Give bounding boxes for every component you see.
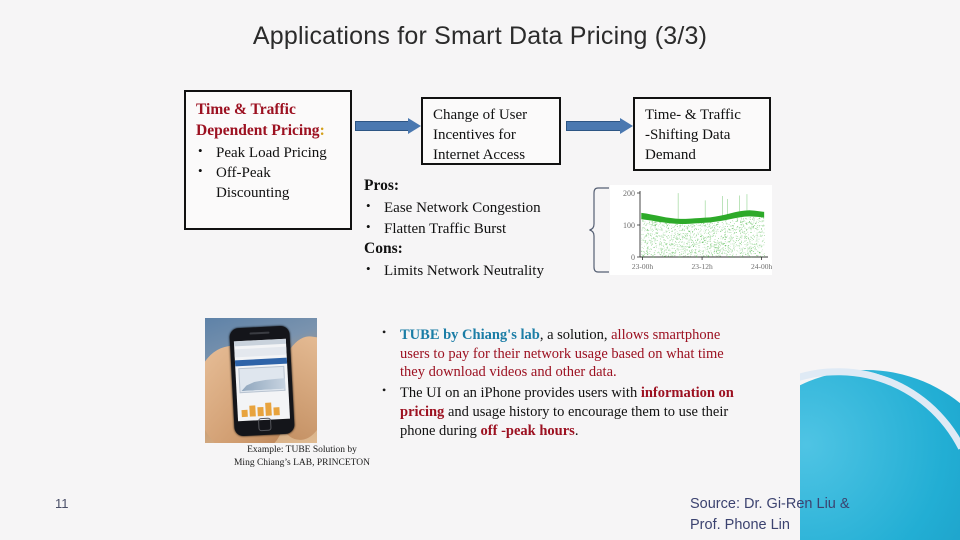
flow-box-right-line: Time- & Traffic: [645, 107, 741, 123]
list-item: Off-Peak Discounting: [196, 162, 344, 203]
arrow-head: [408, 118, 421, 134]
pale-blue-swoosh-shape: [800, 0, 960, 540]
flow-box-left-bullet-list: Peak Load Pricing Off-Peak Discounting: [196, 142, 344, 203]
flow-box-mid-line: Change of User: [433, 107, 528, 123]
svg-text:23-00h: 23-00h: [632, 262, 653, 271]
background-swoosh-mask: [800, 0, 960, 540]
curly-brace-icon: [589, 187, 609, 273]
tube-description-bullets: TUBE by Chiang's lab, a solution, allows…: [376, 325, 736, 442]
cons-label: Cons:: [364, 239, 403, 257]
bullet-1-segment-4: .: [574, 422, 579, 439]
arrow-shaft: [566, 121, 621, 131]
app-price-bar: [241, 409, 248, 418]
cons-list: Limits Network Neutrality: [364, 260, 614, 281]
app-price-bars: [241, 401, 286, 418]
flow-box-mid-line: Incentives for: [433, 126, 516, 143]
white-swoosh-shape: [800, 0, 960, 540]
orange-swoosh-shape: [800, 0, 960, 540]
photo-caption-line: Example: TUBE Solution by: [247, 445, 357, 455]
app-usage-graph: [238, 365, 286, 394]
flow-box-left-heading-text: Time & Traffic Dependent Pricing: [196, 101, 320, 139]
heading-colon: :: [319, 121, 325, 139]
app-tab-bar: [234, 346, 287, 358]
bullet-1-segment-3: off -peak hours: [480, 422, 575, 439]
photo-caption: Example: TUBE Solution by Ming Chiang’s …: [196, 444, 408, 470]
page-number: 11: [55, 496, 69, 511]
flow-box-time-traffic-pricing: Time & Traffic Dependent Pricing: Peak L…: [184, 90, 352, 230]
source-line: Source: Dr. Gi-Ren Liu &: [690, 496, 850, 512]
list-item: TUBE by Chiang's lab, a solution, allows…: [376, 325, 736, 382]
flow-box-change-of-user-incentives: Change of User Incentives for Internet A…: [421, 97, 561, 165]
bullet-0-segment-1: , a solution,: [539, 327, 612, 343]
iphone-tube-app-photo: [205, 318, 317, 443]
flow-box-left-heading: Time & Traffic Dependent Pricing:: [196, 100, 344, 141]
app-status-bar: [233, 338, 287, 347]
svg-text:100: 100: [623, 221, 635, 230]
slide-canvas: Applications for Smart Data Pricing (3/3…: [0, 0, 960, 540]
page-title: Applications for Smart Data Pricing (3/3…: [252, 22, 708, 50]
source-credit: Source: Dr. Gi-Ren Liu & Prof. Phone Lin: [690, 494, 940, 536]
phone-home-button: [257, 417, 272, 432]
svg-text:200: 200: [623, 189, 635, 198]
arrow-right-icon: [355, 118, 421, 134]
list-item: Peak Load Pricing: [196, 142, 344, 163]
traffic-demand-chart: 0 100 200 23-00h 23-12h 24-00h: [610, 185, 772, 275]
list-item: Limits Network Neutrality: [364, 260, 614, 281]
phone-speaker: [249, 331, 270, 335]
svg-text:24-00h: 24-00h: [751, 262, 772, 271]
arrow-shaft: [355, 121, 409, 131]
pros-cons-block: Pros: Ease Network Congestion Flatten Tr…: [364, 176, 614, 281]
app-price-bar: [265, 402, 272, 416]
pros-list: Ease Network Congestion Flatten Traffic …: [364, 197, 614, 239]
flow-box-right-line: Demand: [645, 146, 696, 163]
pros-label: Pros:: [364, 177, 400, 194]
photo-caption-line: Ming Chiang’s LAB, PRINCETON: [233, 457, 370, 468]
flow-box-mid-line: Internet Access: [433, 146, 526, 163]
app-price-bar: [273, 407, 280, 416]
arrow-right-icon: [566, 118, 633, 134]
list-item: The UI on an iPhone provides users with …: [376, 383, 736, 440]
source-line: Prof. Phone Lin: [690, 517, 790, 534]
phone-screen: [233, 338, 291, 422]
app-price-bar: [257, 406, 264, 417]
phone-body: [229, 325, 295, 437]
list-item: Flatten Traffic Burst: [364, 218, 614, 239]
flow-box-time-traffic-shifting-demand: Time- & Traffic -Shifting Data Demand: [633, 97, 771, 171]
bullet-1-segment-0: The UI on an iPhone provides users with: [400, 385, 641, 402]
template-decoration: [800, 0, 960, 540]
list-item: Ease Network Congestion: [364, 197, 614, 218]
arrow-head: [620, 118, 633, 134]
flow-box-right-line: -Shifting Data: [645, 126, 731, 143]
app-price-bar: [249, 405, 256, 417]
chart-svg: 0 100 200 23-00h 23-12h 24-00h: [623, 189, 772, 271]
bullet-0-segment-0: TUBE by Chiang's lab: [400, 327, 540, 343]
svg-text:0: 0: [631, 253, 635, 262]
svg-text:23-12h: 23-12h: [691, 262, 712, 271]
